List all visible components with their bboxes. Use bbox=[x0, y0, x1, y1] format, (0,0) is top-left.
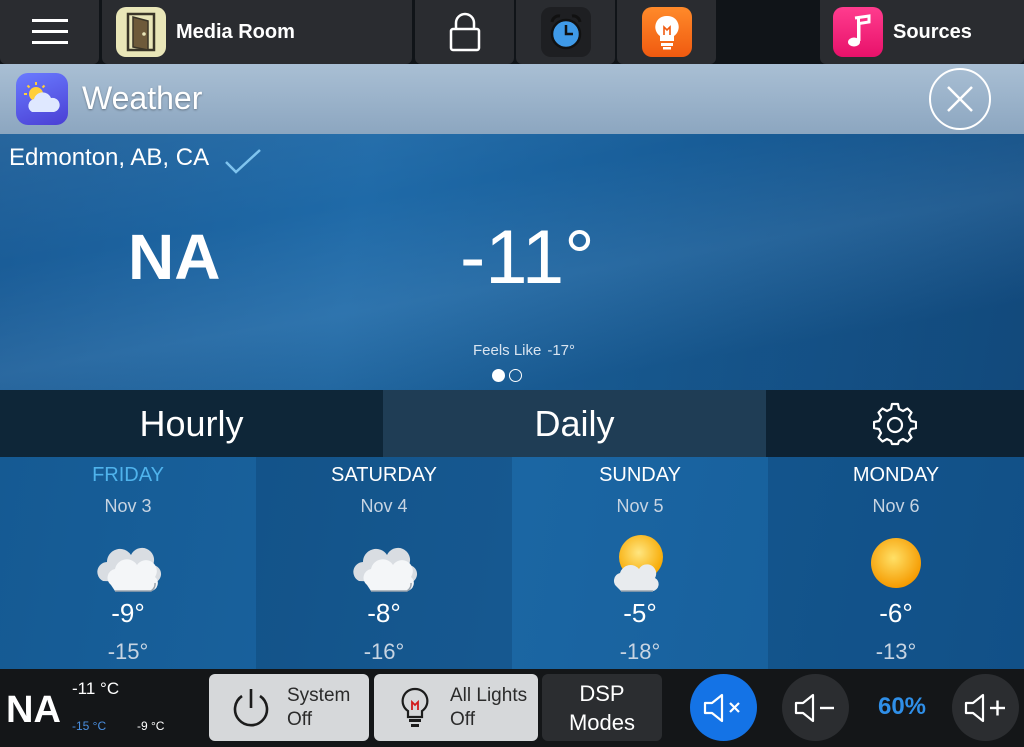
close-button[interactable] bbox=[929, 68, 991, 130]
forecast-low: -15° bbox=[107, 639, 149, 664]
light-bulb-icon bbox=[641, 7, 692, 57]
weather-summary-condition[interactable]: NA bbox=[6, 689, 61, 732]
door-icon bbox=[116, 7, 166, 57]
close-icon bbox=[947, 86, 973, 112]
lock-button[interactable] bbox=[415, 0, 514, 64]
location-label[interactable]: Edmonton, AB, CA bbox=[9, 144, 209, 172]
menu-button[interactable] bbox=[0, 0, 99, 64]
volume-up-button[interactable] bbox=[952, 674, 1019, 741]
speaker-plus-icon bbox=[964, 693, 1005, 722]
feels-like-value: -17° bbox=[547, 342, 576, 359]
forecast-high: -5° bbox=[623, 598, 657, 628]
forecast-day: FRIDAY Nov 3 -9° -15° bbox=[0, 457, 256, 669]
lights-button[interactable] bbox=[617, 0, 716, 64]
forecast-day: SATURDAY Nov 4 -8° -16° bbox=[256, 457, 512, 669]
forecast-day-date: Nov 4 bbox=[360, 496, 408, 516]
top-bar: Media Room Sources bbox=[0, 0, 1024, 64]
forecast-low: -13° bbox=[875, 639, 917, 664]
alarm-button[interactable] bbox=[516, 0, 615, 64]
dsp-modes-label: Modes bbox=[568, 709, 636, 735]
forecast-day-name: MONDAY bbox=[852, 464, 940, 486]
music-note-icon bbox=[833, 7, 883, 57]
forecast-high: -6° bbox=[879, 598, 913, 628]
weather-app-icon bbox=[16, 73, 68, 125]
tab-daily-label: Daily bbox=[534, 402, 615, 444]
forecast-day-name: SATURDAY bbox=[331, 464, 437, 486]
page-dot-2[interactable] bbox=[509, 369, 522, 382]
cloudy-icon bbox=[353, 547, 418, 592]
forecast-low: -18° bbox=[619, 639, 661, 664]
speaker-mute-icon bbox=[703, 693, 740, 722]
weather-header: Weather bbox=[0, 64, 1024, 134]
condition-text: NA bbox=[128, 221, 221, 293]
tab-hourly-label: Hourly bbox=[139, 402, 244, 444]
forecast-low: -16° bbox=[363, 639, 405, 664]
settings-button[interactable] bbox=[766, 390, 1024, 457]
checkmark-icon bbox=[225, 149, 261, 174]
room-selector-button[interactable]: Media Room bbox=[102, 0, 412, 64]
hamburger-menu-icon bbox=[31, 19, 68, 44]
forecast-day-date: Nov 6 bbox=[872, 496, 920, 516]
page-dot-1[interactable] bbox=[492, 369, 505, 382]
all-lights-state: Off bbox=[450, 708, 475, 730]
dsp-label: DSP bbox=[579, 680, 625, 706]
system-state: Off bbox=[287, 708, 312, 730]
all-lights-label: All Lights bbox=[450, 684, 528, 706]
tab-daily[interactable]: Daily bbox=[383, 390, 766, 457]
forecast-day: MONDAY Nov 6 -6° -13° bbox=[768, 457, 1024, 669]
sources-button[interactable]: Sources bbox=[820, 0, 1024, 64]
forecast-day-date: Nov 3 bbox=[104, 496, 152, 516]
forecast-tabs: Hourly Daily bbox=[0, 390, 1024, 457]
all-lights-button[interactable]: All Lights Off bbox=[374, 674, 538, 741]
tab-hourly[interactable]: Hourly bbox=[0, 390, 383, 457]
light-bulb-off-icon bbox=[401, 687, 429, 727]
forecast-day-date: Nov 5 bbox=[616, 496, 664, 516]
volume-down-button[interactable] bbox=[782, 674, 849, 741]
bottom-bar: NA -11 °C -15 °C -9 °C System Off All Li… bbox=[0, 669, 1024, 747]
sunny-icon bbox=[871, 538, 921, 588]
gear-icon bbox=[873, 402, 917, 445]
feels-like: Feels Like -17° bbox=[0, 342, 1024, 359]
forecast-high: -8° bbox=[367, 598, 401, 628]
feels-like-label: Feels Like bbox=[472, 342, 542, 359]
page-title: Weather bbox=[82, 80, 203, 116]
cloudy-icon bbox=[97, 547, 162, 592]
forecast-day: SUNDAY Nov 5 -5° -18° bbox=[512, 457, 768, 669]
dsp-modes-button[interactable]: DSP Modes bbox=[542, 674, 662, 741]
system-power-button[interactable]: System Off bbox=[209, 674, 369, 741]
forecast-high: -9° bbox=[111, 598, 145, 628]
forecast-day-name: SUNDAY bbox=[599, 464, 681, 486]
alarm-clock-icon bbox=[540, 7, 591, 57]
weather-summary-high: -9 °C bbox=[137, 719, 165, 733]
current-temperature: -11° bbox=[460, 215, 595, 300]
room-label: Media Room bbox=[176, 20, 295, 43]
forecast-day-name: FRIDAY bbox=[92, 464, 164, 486]
weather-summary-low: -15 °C bbox=[72, 719, 107, 733]
sources-label: Sources bbox=[893, 20, 972, 43]
current-conditions-panel[interactable]: Edmonton, AB, CA NA -11° Feels Like -17° bbox=[0, 134, 1024, 390]
lock-icon bbox=[449, 12, 480, 52]
partly-cloudy-icon bbox=[613, 535, 663, 592]
weather-summary-temperature: -11 °C bbox=[72, 679, 120, 698]
volume-level: 60% bbox=[877, 693, 927, 720]
speaker-minus-icon bbox=[794, 693, 834, 722]
mute-button[interactable] bbox=[690, 674, 757, 741]
power-icon bbox=[233, 688, 269, 726]
daily-forecast: FRIDAY Nov 3 -9° -15° SATURDAY Nov 4 -8°… bbox=[0, 457, 1024, 669]
page-indicator bbox=[492, 369, 522, 382]
system-label: System bbox=[287, 684, 351, 706]
